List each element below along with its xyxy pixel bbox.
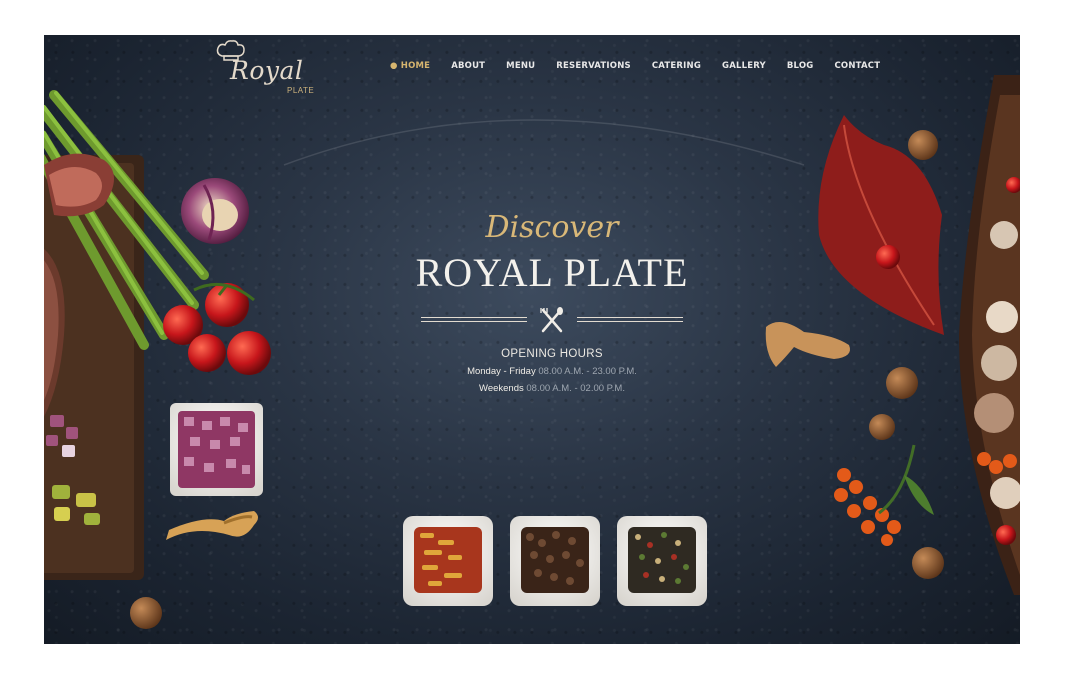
nav-item-menu[interactable]: MENU: [506, 61, 535, 71]
brand-logo[interactable]: Royal PLATE: [216, 40, 316, 104]
nav-item-gallery[interactable]: GALLERY: [722, 61, 766, 71]
tomatoes-left: [163, 282, 271, 375]
mushroom-right: [765, 322, 850, 367]
nav-item-reservations[interactable]: RESERVATIONS: [556, 61, 631, 71]
hero-eyebrow: Discover: [485, 210, 619, 245]
hero-title: ROYAL PLATE: [415, 250, 689, 295]
weekdays-label: Monday - Friday: [467, 366, 536, 377]
spice-bowl-chili: [403, 516, 493, 606]
wooden-tray-right: [959, 75, 1020, 595]
divider-line-right: [577, 317, 683, 322]
weekends-time: 08.00 A.M. - 02.00 P.M.: [526, 383, 625, 394]
logo-script: Royal: [230, 56, 304, 85]
hours-weekends: Weekends 08.00 A.M. - 02.00 P.M.: [352, 383, 752, 394]
nav-item-home[interactable]: ● HOME: [390, 61, 430, 71]
weekends-label: Weekends: [479, 383, 524, 394]
nav-item-contact[interactable]: CONTACT: [834, 61, 880, 71]
hero-section: Royal PLATE ● HOME ABOUT MENU RESERVATIO…: [44, 35, 1020, 644]
hero-content: Discover ROYAL PLATE OPENING HOURS Monda…: [352, 210, 752, 395]
weekdays-time: 08.00 A.M. - 23.00 P.M.: [538, 366, 637, 377]
divider-line-left: [421, 317, 527, 322]
nav-home-label: HOME: [400, 61, 431, 71]
spice-bowl-allspice: [510, 516, 600, 606]
logo-sub: PLATE: [287, 86, 315, 95]
opening-hours-title: OPENING HOURS: [501, 348, 603, 360]
hours-weekdays: Monday - Friday 08.00 A.M. - 23.00 P.M.: [352, 366, 752, 377]
diced-onion-bowl: [170, 403, 263, 496]
nav-item-about[interactable]: ABOUT: [451, 61, 485, 71]
mushroom-left: [166, 511, 258, 540]
hero-divider: [421, 306, 683, 336]
main-nav: ● HOME ABOUT MENU RESERVATIONS CATERING …: [390, 61, 880, 71]
nav-item-catering[interactable]: CATERING: [652, 61, 701, 71]
spice-bowl-peppercorn: [617, 516, 707, 606]
rowan-berries: [834, 444, 934, 546]
nav-item-blog[interactable]: BLOG: [787, 61, 814, 71]
fork-knife-icon: [540, 307, 563, 333]
red-onion: [181, 178, 249, 244]
